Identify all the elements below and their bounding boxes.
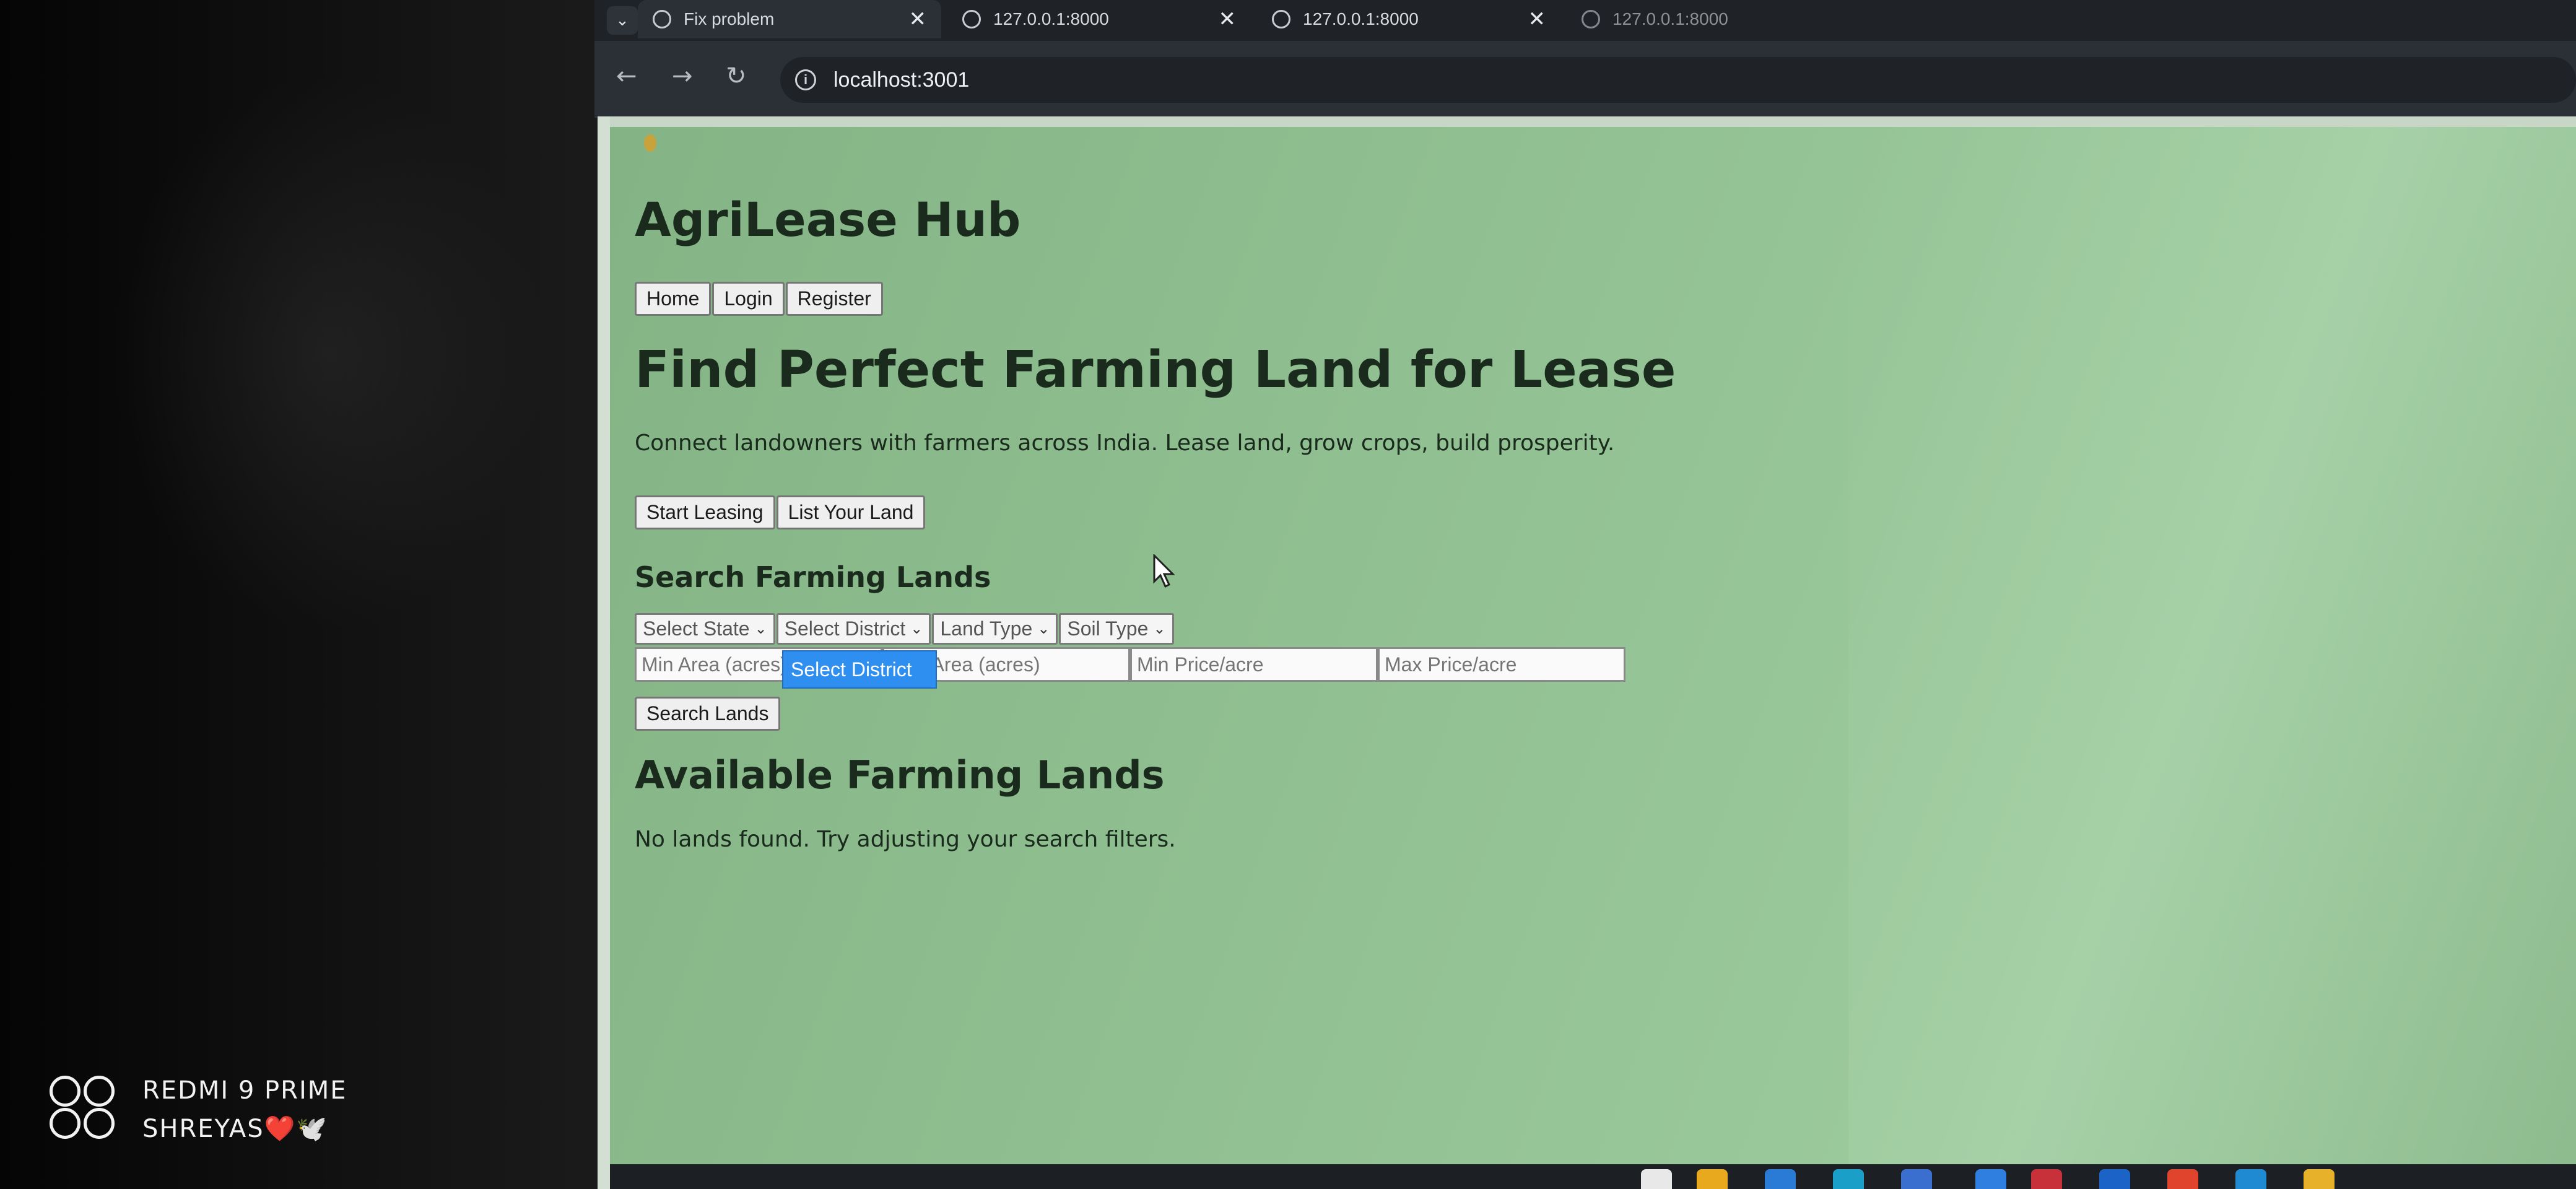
chevron-down-icon: ⌄ xyxy=(754,621,767,637)
hero-subtitle: Connect landowners with farmers across I… xyxy=(635,430,1615,456)
site-nav: Home Login Register xyxy=(635,282,884,316)
watermark-device: REDMI 9 PRIME xyxy=(142,1076,347,1105)
search-lands-button[interactable]: Search Lands xyxy=(635,697,781,731)
chevron-down-icon: ⌄ xyxy=(1037,621,1050,637)
tab-localhost-8000[interactable]: 127.0.0.1:8000 ✕ xyxy=(947,0,1251,38)
tab-localhost-8000[interactable]: 127.0.0.1:8000 ✕ xyxy=(1257,0,1560,38)
globe-icon xyxy=(1272,10,1290,28)
taskbar-app-icon[interactable] xyxy=(1901,1169,1932,1189)
vscode-icon[interactable] xyxy=(2235,1169,2266,1189)
soil-type-select[interactable]: Soil Type ⌄ xyxy=(1059,613,1174,645)
min-price-input[interactable] xyxy=(1130,647,1378,682)
tab-title: 127.0.0.1:8000 xyxy=(1612,9,1728,28)
close-icon[interactable]: ✕ xyxy=(1528,7,1546,32)
globe-icon xyxy=(962,10,981,28)
info-icon[interactable]: i xyxy=(795,69,816,90)
taskbar-app-icon[interactable] xyxy=(1641,1169,1672,1189)
start-leasing-button[interactable]: Start Leasing xyxy=(635,495,775,529)
camera-logo-icon xyxy=(50,1076,118,1144)
web-page: AgriLease Hub Home Login Register Find P… xyxy=(610,127,2576,1189)
outlook-icon[interactable] xyxy=(2099,1169,2130,1189)
mouse-cursor-icon xyxy=(1153,554,1175,588)
tab-localhost-8000[interactable]: 127.0.0.1:8000 xyxy=(1567,0,1870,38)
list-your-land-button[interactable]: List Your Land xyxy=(776,495,926,529)
forward-arrow-icon[interactable]: → xyxy=(672,62,693,90)
results-title: Available Farming Lands xyxy=(635,752,1165,798)
search-section-title: Search Farming Lands xyxy=(635,560,991,594)
district-select[interactable]: Select District ⌄ xyxy=(776,613,931,645)
district-select-value: Select District xyxy=(784,617,906,640)
taskbar xyxy=(610,1164,2576,1189)
land-type-select-value: Land Type xyxy=(940,617,1033,640)
hero-actions: Start Leasing List Your Land xyxy=(635,495,926,529)
page-frame-left xyxy=(598,116,610,1189)
tab-title: 127.0.0.1:8000 xyxy=(993,9,1109,28)
tab-title: Fix problem xyxy=(684,9,775,28)
max-price-input[interactable] xyxy=(1378,647,1625,682)
browser-tab-bar: Fix problem ✕ 127.0.0.1:8000 ✕ 127.0.0.1… xyxy=(594,0,2576,41)
back-arrow-icon[interactable]: ← xyxy=(616,62,637,90)
soil-type-select-value: Soil Type xyxy=(1067,617,1149,640)
folder-icon[interactable] xyxy=(1697,1169,1728,1189)
land-type-select[interactable]: Land Type ⌄ xyxy=(932,613,1058,645)
chrome-icon[interactable] xyxy=(2167,1169,2198,1189)
chrome-icon[interactable] xyxy=(2304,1169,2334,1189)
taskbar-app-icon[interactable] xyxy=(1833,1169,1864,1189)
tab-title: 127.0.0.1:8000 xyxy=(1303,9,1419,28)
screen-glare xyxy=(1848,127,2576,1189)
chevron-down-icon: ⌄ xyxy=(1153,621,1166,637)
taskbar-app-icon[interactable] xyxy=(1765,1169,1796,1189)
mail-icon[interactable] xyxy=(2031,1169,2062,1189)
close-icon[interactable]: ✕ xyxy=(1219,7,1237,32)
search-filters: Select State ⌄ Select District ⌄ Land Ty… xyxy=(635,613,1175,645)
camera-watermark: REDMI 9 PRIME SHREYAS❤️🕊️ xyxy=(50,1071,347,1148)
background-glare xyxy=(111,74,545,632)
empty-results-message: No lands found. Try adjusting your searc… xyxy=(635,827,1176,852)
reload-icon[interactable]: ↻ xyxy=(726,62,747,90)
hero-title: Find Perfect Farming Land for Lease xyxy=(635,341,1676,399)
home-button[interactable]: Home xyxy=(635,282,711,316)
watermark-user: SHREYAS❤️🕊️ xyxy=(142,1115,329,1143)
state-select-value: Select State xyxy=(643,617,750,640)
loading-icon xyxy=(644,134,656,152)
tab-fix-problem[interactable]: Fix problem ✕ xyxy=(638,0,941,38)
district-dropdown-option[interactable]: Select District xyxy=(782,650,937,689)
register-button[interactable]: Register xyxy=(785,282,883,316)
close-icon[interactable]: ✕ xyxy=(909,7,927,32)
tab-search-menu-button[interactable]: ⌄ xyxy=(607,6,638,35)
site-title: AgriLease Hub xyxy=(635,192,1021,247)
url-text: localhost:3001 xyxy=(833,68,970,92)
globe-icon xyxy=(653,10,671,28)
login-button[interactable]: Login xyxy=(712,282,785,316)
address-bar[interactable]: i localhost:3001 xyxy=(780,57,2576,103)
taskbar-app-icon[interactable] xyxy=(1975,1169,2006,1189)
state-select[interactable]: Select State ⌄ xyxy=(635,613,775,645)
chevron-down-icon: ⌄ xyxy=(910,621,923,637)
globe-icon xyxy=(1582,10,1600,28)
